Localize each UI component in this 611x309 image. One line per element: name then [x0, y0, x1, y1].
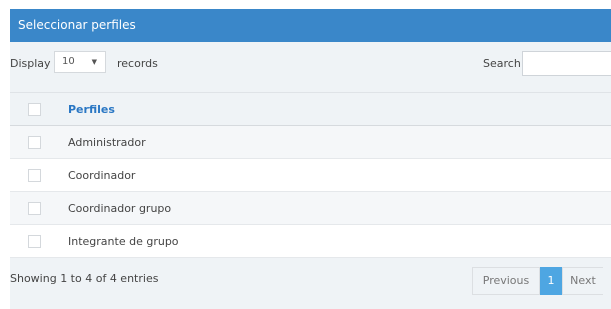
chevron-down-icon: ▼: [91, 58, 97, 66]
search-label: Search:: [483, 57, 525, 70]
row-label: Integrante de grupo: [68, 234, 179, 248]
row-checkbox[interactable]: [28, 135, 41, 149]
row-label: Coordinador: [68, 168, 136, 182]
records-label: records: [117, 57, 158, 70]
row-label: Coordinador grupo: [68, 201, 172, 215]
select-all-checkbox[interactable]: [28, 102, 41, 116]
row-checkbox[interactable]: [28, 201, 41, 215]
next-page-button[interactable]: Next: [562, 267, 603, 295]
previous-page-button[interactable]: Previous: [472, 267, 540, 295]
pagination: Previous 1 Next: [472, 267, 603, 295]
profiles-table: Perfiles Administrador Coordinador Coord…: [10, 92, 611, 258]
page-1-button[interactable]: 1: [540, 267, 562, 295]
table-row: Coordinador: [10, 158, 611, 192]
panel-title: Seleccionar perfiles: [10, 9, 611, 42]
table-row: Integrante de grupo: [10, 224, 611, 258]
profiles-panel: Seleccionar perfiles Display 10 ▼ record…: [10, 9, 611, 309]
table-row: Administrador: [10, 125, 611, 159]
search-input[interactable]: [522, 51, 611, 76]
records-per-page-select[interactable]: 10 ▼: [54, 51, 106, 73]
table-header-row: Perfiles: [10, 92, 611, 126]
table-controls: Display 10 ▼ records Search:: [10, 42, 611, 86]
column-header-perfiles[interactable]: Perfiles: [58, 93, 611, 126]
records-per-page-value: 10: [62, 56, 75, 67]
table-row: Coordinador grupo: [10, 191, 611, 225]
row-checkbox[interactable]: [28, 234, 41, 248]
row-label: Administrador: [68, 135, 146, 149]
row-checkbox[interactable]: [28, 168, 41, 182]
display-label: Display: [10, 57, 51, 70]
entries-info: Showing 1 to 4 of 4 entries: [10, 272, 159, 285]
